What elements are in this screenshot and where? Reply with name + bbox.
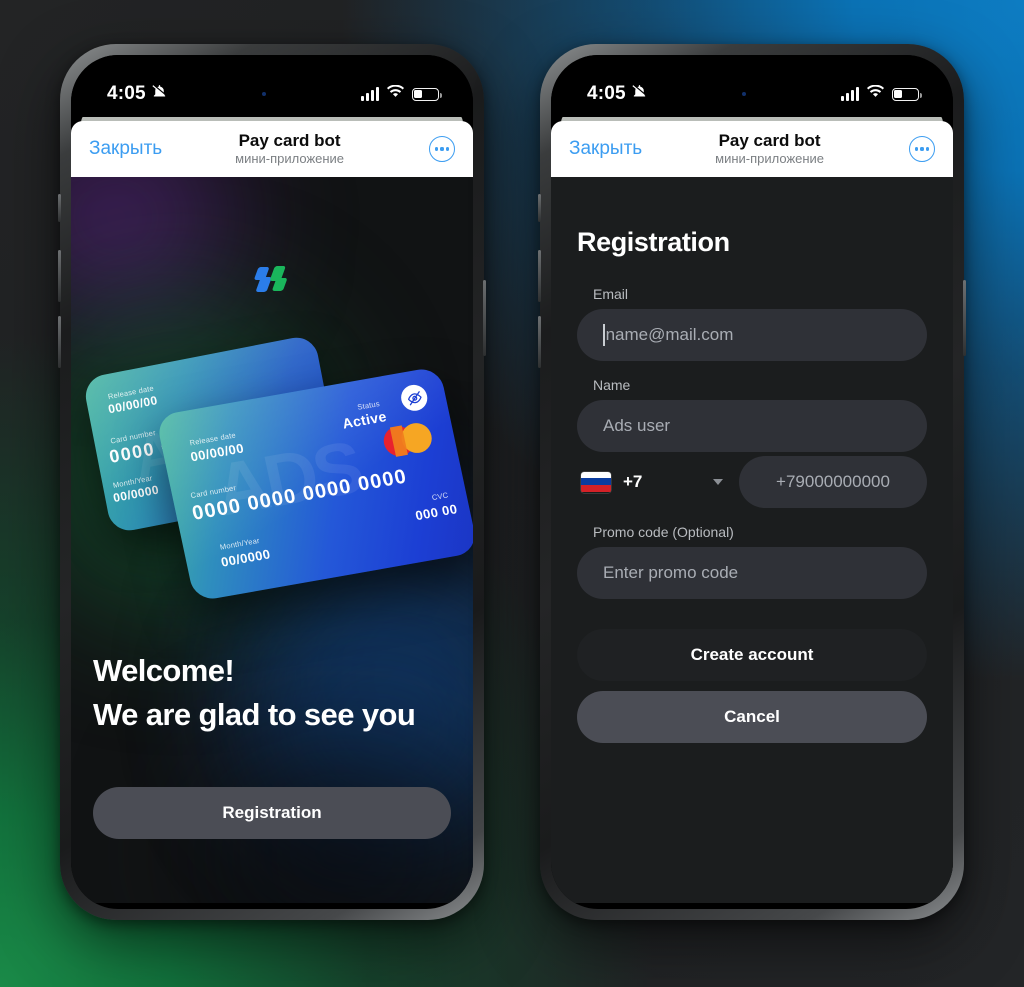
phone-device-right: 4:05 Закрыть Pay card bot мини-приложени… (538, 44, 966, 920)
more-options-icon[interactable] (429, 136, 455, 162)
cellular-bars-icon (840, 86, 859, 101)
text-caret (603, 324, 605, 346)
eye-off-icon[interactable] (398, 382, 430, 413)
name-field[interactable]: Ads user (577, 400, 927, 452)
more-options-icon[interactable] (909, 136, 935, 162)
country-code-select[interactable]: +7 (577, 471, 727, 493)
name-label: Name (593, 377, 631, 393)
country-code-value: +7 (623, 472, 643, 491)
volume-up-button[interactable] (58, 250, 61, 302)
cancel-button[interactable]: Cancel (577, 691, 927, 743)
welcome-line-2: We are glad to see you (93, 697, 416, 733)
wifi-icon (866, 84, 884, 103)
mini-app-titles: Pay card bot мини-приложение (630, 131, 909, 167)
clock-label: 4:05 (587, 83, 626, 104)
status-bar-right (840, 84, 922, 103)
card-illustration: ADS Release date 00/00/00 Card number 00… (71, 327, 473, 627)
chevron-down-icon (713, 479, 723, 485)
screenshot-stage: 4:05 Закрыть Pay card bot мини-приложени… (0, 0, 1024, 987)
status-indicator-dot (262, 92, 267, 96)
status-bar-right (360, 84, 442, 103)
status-bar-left: 4:05 (587, 83, 648, 105)
welcome-screen: ADS Release date 00/00/00 Card number 00… (71, 177, 473, 903)
russia-flag-icon (581, 471, 611, 493)
create-account-button[interactable]: Create account (577, 629, 927, 681)
phone-device-left: 4:05 Закрыть Pay card bot мини-приложени… (58, 44, 486, 920)
card-cvc-value: 000 00 (414, 501, 459, 524)
status-indicator-dot (742, 92, 747, 96)
app-subtitle: мини-приложение (715, 150, 825, 166)
mastercard-icon (380, 420, 435, 459)
card-cvc-label: CVC (430, 490, 450, 503)
mini-app-header: Закрыть Pay card bot мини-приложение (71, 121, 473, 177)
volume-up-button[interactable] (538, 250, 541, 302)
email-placeholder: name@mail.com (605, 325, 734, 344)
app-logo-icon (71, 263, 473, 297)
mute-switch[interactable] (538, 194, 541, 222)
registration-button[interactable]: Registration (93, 787, 451, 839)
email-field[interactable]: name@mail.com (577, 309, 927, 361)
promo-placeholder: Enter promo code (603, 563, 739, 582)
phone-number-field[interactable]: +79000000000 (739, 456, 927, 508)
page-title: Registration (577, 227, 730, 257)
promo-code-field[interactable]: Enter promo code (577, 547, 927, 599)
registration-screen: Registration Email name@mail.com Name Ad… (551, 177, 953, 903)
power-button[interactable] (483, 280, 486, 356)
status-bar-left: 4:05 (107, 83, 168, 105)
app-title: Pay card bot (718, 131, 821, 151)
status-bar: 4:05 (551, 55, 953, 117)
mute-switch[interactable] (58, 194, 61, 222)
clock-label: 4:05 (107, 83, 146, 104)
battery-icon (891, 87, 922, 101)
bell-off-icon (631, 83, 648, 105)
bell-off-icon (151, 83, 168, 105)
app-title: Pay card bot (238, 131, 341, 151)
volume-down-button[interactable] (58, 316, 61, 368)
phone-screen-right: 4:05 Закрыть Pay card bot мини-приложени… (551, 55, 953, 909)
wifi-icon (386, 84, 404, 103)
welcome-heading: Welcome! We are glad to see you (93, 649, 451, 737)
promo-label: Promo code (Optional) (593, 524, 734, 540)
volume-down-button[interactable] (538, 316, 541, 368)
phone-screen-left: 4:05 Закрыть Pay card bot мини-приложени… (71, 55, 473, 909)
battery-icon (411, 87, 442, 101)
power-button[interactable] (963, 280, 966, 356)
app-subtitle: мини-приложение (235, 150, 345, 166)
phone-row: +7 +79000000000 (577, 456, 927, 508)
email-label: Email (593, 286, 629, 302)
phone-placeholder: +79000000000 (776, 472, 890, 491)
welcome-line-1: Welcome! (93, 653, 235, 688)
mini-app-header: Закрыть Pay card bot мини-приложение (551, 121, 953, 177)
cellular-bars-icon (360, 86, 379, 101)
name-placeholder: Ads user (603, 416, 671, 435)
status-bar: 4:05 (71, 55, 473, 117)
mini-app-titles: Pay card bot мини-приложение (150, 131, 429, 167)
